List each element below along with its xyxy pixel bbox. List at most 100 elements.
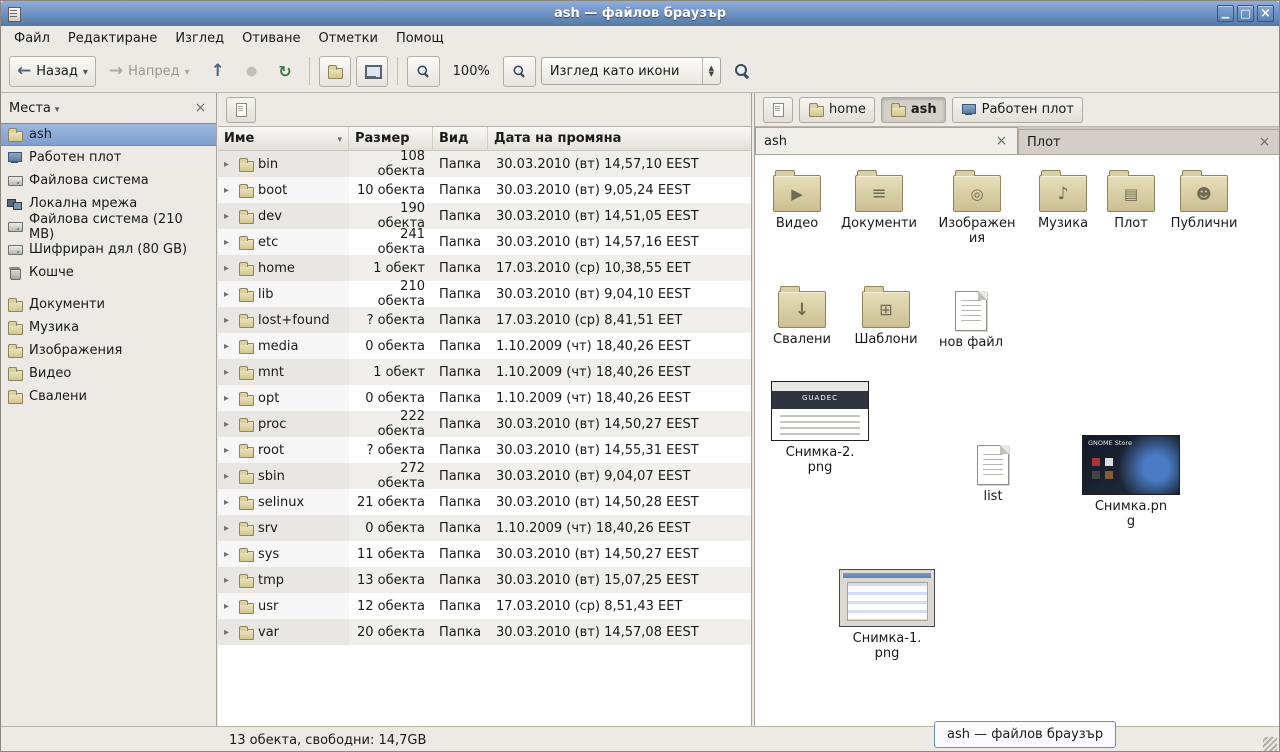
close-button[interactable] [1257, 5, 1274, 22]
sidebar-item[interactable]: ash [1, 123, 216, 146]
sidebar-close-icon[interactable] [193, 101, 208, 116]
location-button[interactable] [763, 97, 793, 123]
expander-icon[interactable] [224, 471, 234, 482]
icon-view-item[interactable]: Снимка-2.png [768, 381, 872, 476]
table-row[interactable]: mnt 1 обект Папка 1.10.2009 (чт) 18,40,2… [218, 359, 751, 385]
sidebar-item[interactable]: Изображения [1, 339, 216, 362]
tab-close-icon[interactable] [994, 134, 1009, 149]
sidebar-item[interactable] [1, 284, 216, 293]
column-header-modified[interactable]: Дата на промяна [488, 127, 751, 150]
sidebar-item[interactable]: Файлова система (210 MB) [1, 215, 216, 238]
sidebar-item[interactable]: Музика [1, 316, 216, 339]
menu-item[interactable]: Отметки [309, 26, 386, 50]
table-row[interactable]: boot 10 обекта Папка 30.03.2010 (вт) 9,0… [218, 177, 751, 203]
sidebar-title[interactable]: Места [9, 101, 51, 116]
location-button[interactable] [226, 97, 256, 123]
table-row[interactable]: selinux 21 обекта Папка 30.03.2010 (вт) … [218, 489, 751, 515]
expander-icon[interactable] [224, 367, 234, 378]
breadcrumb-button[interactable]: ash [881, 97, 946, 123]
table-row[interactable]: home 1 обект Папка 17.03.2010 (ср) 10,38… [218, 255, 751, 281]
zoom-out-button[interactable] [407, 56, 440, 87]
icon-view-item[interactable]: нов файл [929, 291, 1013, 351]
minimize-button[interactable] [1217, 5, 1234, 22]
back-button[interactable]: Назад [9, 56, 96, 87]
icon-view-item[interactable]: Документи [837, 169, 921, 232]
icon-view-item[interactable]: Снимка-1.png [835, 569, 939, 662]
expander-icon[interactable] [224, 315, 234, 326]
titlebar[interactable]: ash — файлов браузър [1, 1, 1279, 26]
expander-icon[interactable] [224, 159, 234, 170]
table-row[interactable]: etc 241 обекта Папка 30.03.2010 (вт) 14,… [218, 229, 751, 255]
reload-button[interactable] [270, 56, 299, 87]
breadcrumb-button[interactable]: home [799, 97, 875, 123]
expander-icon[interactable] [224, 575, 234, 586]
tab[interactable]: Плот [1018, 129, 1280, 154]
column-header-size[interactable]: Размер [349, 127, 433, 150]
back-dropdown-icon[interactable] [83, 64, 88, 79]
tab-close-icon[interactable] [1257, 135, 1272, 150]
table-row[interactable]: usr 12 обекта Папка 17.03.2010 (ср) 8,51… [218, 593, 751, 619]
stop-button[interactable] [238, 56, 265, 87]
expander-icon[interactable] [224, 185, 234, 196]
menu-item[interactable]: Отиване [233, 26, 309, 50]
resize-grip[interactable] [1263, 737, 1277, 751]
icon-view-item[interactable]: list [951, 445, 1035, 505]
tab[interactable]: ash [755, 127, 1018, 154]
menu-item[interactable]: Редактиране [59, 26, 166, 50]
column-header-kind[interactable]: Вид [433, 127, 488, 150]
table-row[interactable]: sys 11 обекта Папка 30.03.2010 (вт) 14,5… [218, 541, 751, 567]
table-row[interactable]: media 0 обекта Папка 1.10.2009 (чт) 18,4… [218, 333, 751, 359]
table-row[interactable]: srv 0 обекта Папка 1.10.2009 (чт) 18,40,… [218, 515, 751, 541]
sidebar-item[interactable]: Файлова система [1, 169, 216, 192]
expander-icon[interactable] [224, 627, 234, 638]
icon-view-item[interactable]: Снимка.png [1079, 435, 1183, 530]
icon-view-item[interactable]: Шаблони [844, 285, 928, 348]
menu-item[interactable]: Файл [5, 26, 59, 50]
icon-view-item[interactable]: Видео [755, 169, 839, 232]
expander-icon[interactable] [224, 523, 234, 534]
table-row[interactable]: dev 190 обекта Папка 30.03.2010 (вт) 14,… [218, 203, 751, 229]
zoom-level[interactable]: 100% [445, 64, 498, 79]
maximize-button[interactable] [1237, 5, 1254, 22]
expander-icon[interactable] [224, 445, 234, 456]
expander-icon[interactable] [224, 419, 234, 430]
combo-spinner-icon[interactable] [702, 58, 720, 84]
icon-view-item[interactable]: Изображения [935, 169, 1019, 247]
icon-view[interactable]: Видео Документи Изоб [755, 155, 1280, 726]
icon-view-item[interactable]: Свалени [760, 285, 844, 348]
sidebar-item[interactable]: Шифриран дял (80 GB) [1, 238, 216, 261]
sidebar-item[interactable]: Видео [1, 362, 216, 385]
expander-icon[interactable] [224, 237, 234, 248]
table-row[interactable]: var 20 обекта Папка 30.03.2010 (вт) 14,5… [218, 619, 751, 645]
table-row[interactable]: lost+found ? обекта Папка 17.03.2010 (ср… [218, 307, 751, 333]
expander-icon[interactable] [224, 497, 234, 508]
zoom-in-button[interactable] [503, 56, 536, 87]
sidebar-item[interactable]: Работен плот [1, 146, 216, 169]
icon-view-item[interactable]: Публични [1162, 169, 1246, 232]
table-row[interactable]: opt 0 обекта Папка 1.10.2009 (чт) 18,40,… [218, 385, 751, 411]
sidebar-item[interactable]: Свалени [1, 385, 216, 408]
expander-icon[interactable] [224, 263, 234, 274]
table-row[interactable]: bin 108 обекта Папка 30.03.2010 (вт) 14,… [218, 151, 751, 177]
home-button[interactable] [319, 56, 351, 87]
sidebar-item[interactable]: Документи [1, 293, 216, 316]
up-button[interactable] [203, 56, 233, 87]
breadcrumb-button[interactable]: Работен плот [952, 97, 1083, 123]
search-button[interactable] [726, 56, 759, 87]
computer-button[interactable] [356, 56, 388, 87]
expander-icon[interactable] [224, 341, 234, 352]
forward-button[interactable]: Напред [101, 56, 198, 87]
sidebar-chevron-icon[interactable] [55, 101, 60, 116]
expander-icon[interactable] [224, 393, 234, 404]
table-row[interactable]: root ? обекта Папка 30.03.2010 (вт) 14,5… [218, 437, 751, 463]
menu-item[interactable]: Помощ [387, 26, 453, 50]
table-row[interactable]: sbin 272 обекта Папка 30.03.2010 (вт) 9,… [218, 463, 751, 489]
view-mode-select[interactable]: Изглед като икони [541, 57, 721, 85]
table-row[interactable]: proc 222 обекта Папка 30.03.2010 (вт) 14… [218, 411, 751, 437]
sidebar-item[interactable]: Кошче [1, 261, 216, 284]
expander-icon[interactable] [224, 289, 234, 300]
table-row[interactable]: tmp 13 обекта Папка 30.03.2010 (вт) 15,0… [218, 567, 751, 593]
icon-view-item[interactable]: Плот [1089, 169, 1173, 232]
expander-icon[interactable] [224, 601, 234, 612]
expander-icon[interactable] [224, 549, 234, 560]
